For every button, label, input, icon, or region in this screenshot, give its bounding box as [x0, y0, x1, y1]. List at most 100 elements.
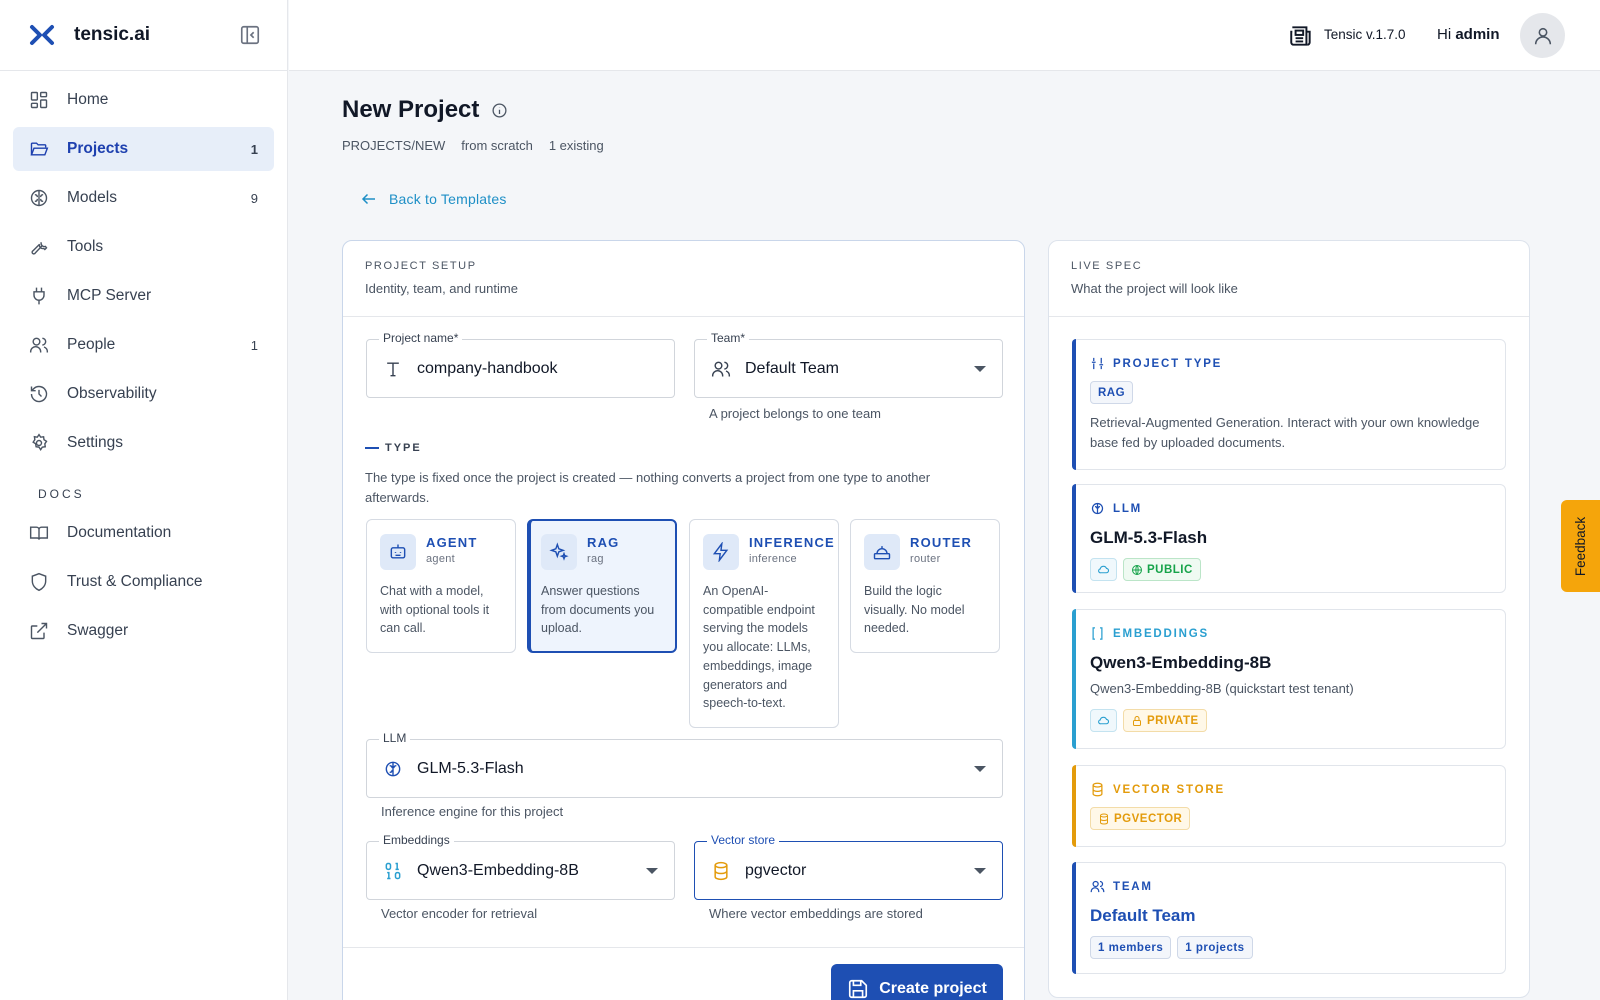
newspaper-icon[interactable] — [1288, 23, 1314, 49]
projects-badge: 1 projects — [1177, 936, 1253, 959]
sidebar-item-label: Trust & Compliance — [67, 573, 203, 590]
project-setup-card: PROJECT SETUP Identity, team, and runtim… — [342, 240, 1025, 1000]
embeddings-name: Qwen3-Embedding-8B — [1090, 653, 1272, 672]
lock-icon — [1133, 715, 1141, 726]
sidebar-item-label: MCP Server — [67, 287, 152, 304]
sidebar: tensic.ai Home Projects 1 Models 9 Tools — [0, 0, 288, 1000]
team-name: Default Team — [1090, 906, 1196, 925]
avatar[interactable] — [1520, 13, 1565, 58]
brain-icon — [1091, 502, 1104, 515]
vector-store-label: Vector store — [707, 833, 780, 847]
setup-footer-divider — [343, 947, 1024, 948]
sidebar-item-observability[interactable]: Observability — [13, 372, 274, 416]
type-sub: inference — [749, 553, 797, 565]
spec-llm: LLM GLM-5.3-Flash PUBLIC — [1072, 484, 1506, 593]
create-label: Create project — [879, 980, 987, 997]
sidebar-item-trust-compliance[interactable]: Trust & Compliance — [13, 560, 274, 604]
type-card-agent[interactable]: AGENT agent Chat with a model, with opti… — [366, 519, 516, 654]
spec-section-header: EMBEDDINGS — [1090, 626, 1490, 641]
collapse-sidebar-icon[interactable] — [239, 24, 261, 46]
sidebar-item-label: Observability — [67, 385, 157, 402]
create-project-button[interactable]: Create project — [831, 964, 1003, 1000]
sidebar-item-projects[interactable]: Projects 1 — [13, 127, 274, 171]
type-name: INFERENCE — [749, 535, 835, 550]
page-title: New Project — [342, 96, 508, 124]
sparkles-icon — [541, 534, 577, 570]
type-description: Retrieval-Augmented Generation. Interact… — [1090, 415, 1480, 450]
embeddings-label: Embeddings — [379, 833, 454, 847]
live-spec-card: LIVE SPEC What the project will look lik… — [1048, 240, 1530, 998]
embeddings-helper: Vector encoder for retrieval — [381, 906, 538, 921]
public-badge: PUBLIC — [1123, 558, 1201, 581]
type-sub: agent — [426, 553, 456, 565]
book-icon — [29, 526, 49, 540]
cloud-badge — [1090, 558, 1117, 581]
cloud-icon — [1098, 565, 1110, 574]
sidebar-item-people[interactable]: People 1 — [13, 323, 274, 367]
spec-vector-store: VECTOR STORE PGVECTOR — [1072, 765, 1506, 847]
setup-subtitle: Identity, team, and runtime — [365, 281, 518, 296]
type-description: The type is fixed once the project is cr… — [365, 470, 931, 505]
cloud-icon — [1098, 716, 1110, 725]
cloud-badge — [1090, 709, 1117, 732]
users-icon — [711, 361, 731, 376]
users-icon — [1090, 880, 1105, 893]
history-icon — [30, 385, 48, 403]
type-desc: An OpenAI-compatible endpoint serving th… — [703, 584, 815, 711]
sidebar-item-swagger[interactable]: Swagger — [13, 609, 274, 653]
router-icon — [864, 534, 900, 570]
sidebar-item-label: Documentation — [67, 524, 172, 541]
type-badge: RAG — [1090, 381, 1134, 404]
vector-store-select[interactable]: Vector store pgvector — [694, 833, 1003, 900]
spec-subtitle: What the project will look like — [1071, 281, 1238, 296]
chevron-down-icon — [974, 365, 986, 372]
brain-icon — [30, 189, 48, 207]
llm-select[interactable]: LLM GLM-5.3-Flash — [366, 731, 1003, 798]
shield-icon — [31, 572, 47, 592]
breadcrumb-path: PROJECTS/NEW — [342, 138, 446, 153]
back-to-templates-link[interactable]: Back to Templates — [360, 190, 507, 208]
dashboard-icon — [30, 91, 48, 109]
greeting-text: Hi — [1437, 26, 1452, 43]
team-select[interactable]: Team* Default Team — [694, 331, 1003, 398]
sidebar-item-label: Projects — [67, 140, 129, 157]
type-card-rag[interactable]: RAG rag Answer questions from documents … — [527, 519, 677, 654]
save-icon — [849, 979, 868, 999]
type-desc: Chat with a model, with optional tools i… — [380, 584, 490, 636]
spec-section-header: PROJECT TYPE — [1090, 356, 1490, 371]
team-label: Team* — [707, 331, 750, 345]
sidebar-item-tools[interactable]: Tools — [13, 225, 274, 269]
llm-name: GLM-5.3-Flash — [1090, 528, 1208, 547]
breadcrumb-count: 1 existing — [548, 138, 604, 153]
sidebar-item-home[interactable]: Home — [13, 78, 274, 122]
sidebar-item-count: 9 — [250, 190, 258, 206]
project-name-field[interactable]: Project name* company-handbook — [366, 331, 675, 398]
embeddings-description: Qwen3-Embedding-8B (quickstart test tena… — [1090, 681, 1354, 696]
sidebar-item-mcp-server[interactable]: MCP Server — [13, 274, 274, 318]
info-icon[interactable] — [491, 102, 508, 119]
feedback-tab[interactable]: Feedback — [1561, 500, 1600, 592]
sidebar-item-label: Models — [67, 189, 117, 206]
brain-icon — [385, 761, 401, 776]
docs-section-header: DOCS — [38, 487, 85, 501]
chevron-down-icon — [646, 867, 658, 874]
embeddings-select[interactable]: Embeddings Qwen3-Embedding-8B — [366, 833, 675, 900]
tensic-logo-icon — [30, 25, 54, 45]
spec-section-header: LLM — [1090, 501, 1490, 516]
app-version: Tensic v.1.7.0 — [1324, 27, 1406, 42]
brackets-icon — [1092, 627, 1103, 640]
sidebar-item-count: 1 — [250, 337, 258, 353]
type-card-inference[interactable]: INFERENCE inference An OpenAI-compatible… — [689, 519, 839, 728]
sidebar-item-models[interactable]: Models 9 — [13, 176, 274, 220]
setup-kicker: PROJECT SETUP — [365, 260, 477, 272]
spec-kicker: LIVE SPEC — [1071, 260, 1143, 272]
sidebar-item-label: Swagger — [67, 622, 129, 639]
sidebar-item-settings[interactable]: Settings — [13, 421, 274, 465]
username: admin — [1455, 26, 1500, 43]
top-bar: Tensic v.1.7.0 Hi admin — [289, 0, 1600, 71]
sidebar-item-documentation[interactable]: Documentation — [13, 511, 274, 555]
page-title-text: New Project — [342, 96, 480, 123]
back-label: Back to Templates — [389, 191, 507, 207]
type-card-router[interactable]: ROUTER router Build the logic visually. … — [850, 519, 1000, 654]
sidebar-item-label: Tools — [67, 238, 104, 255]
